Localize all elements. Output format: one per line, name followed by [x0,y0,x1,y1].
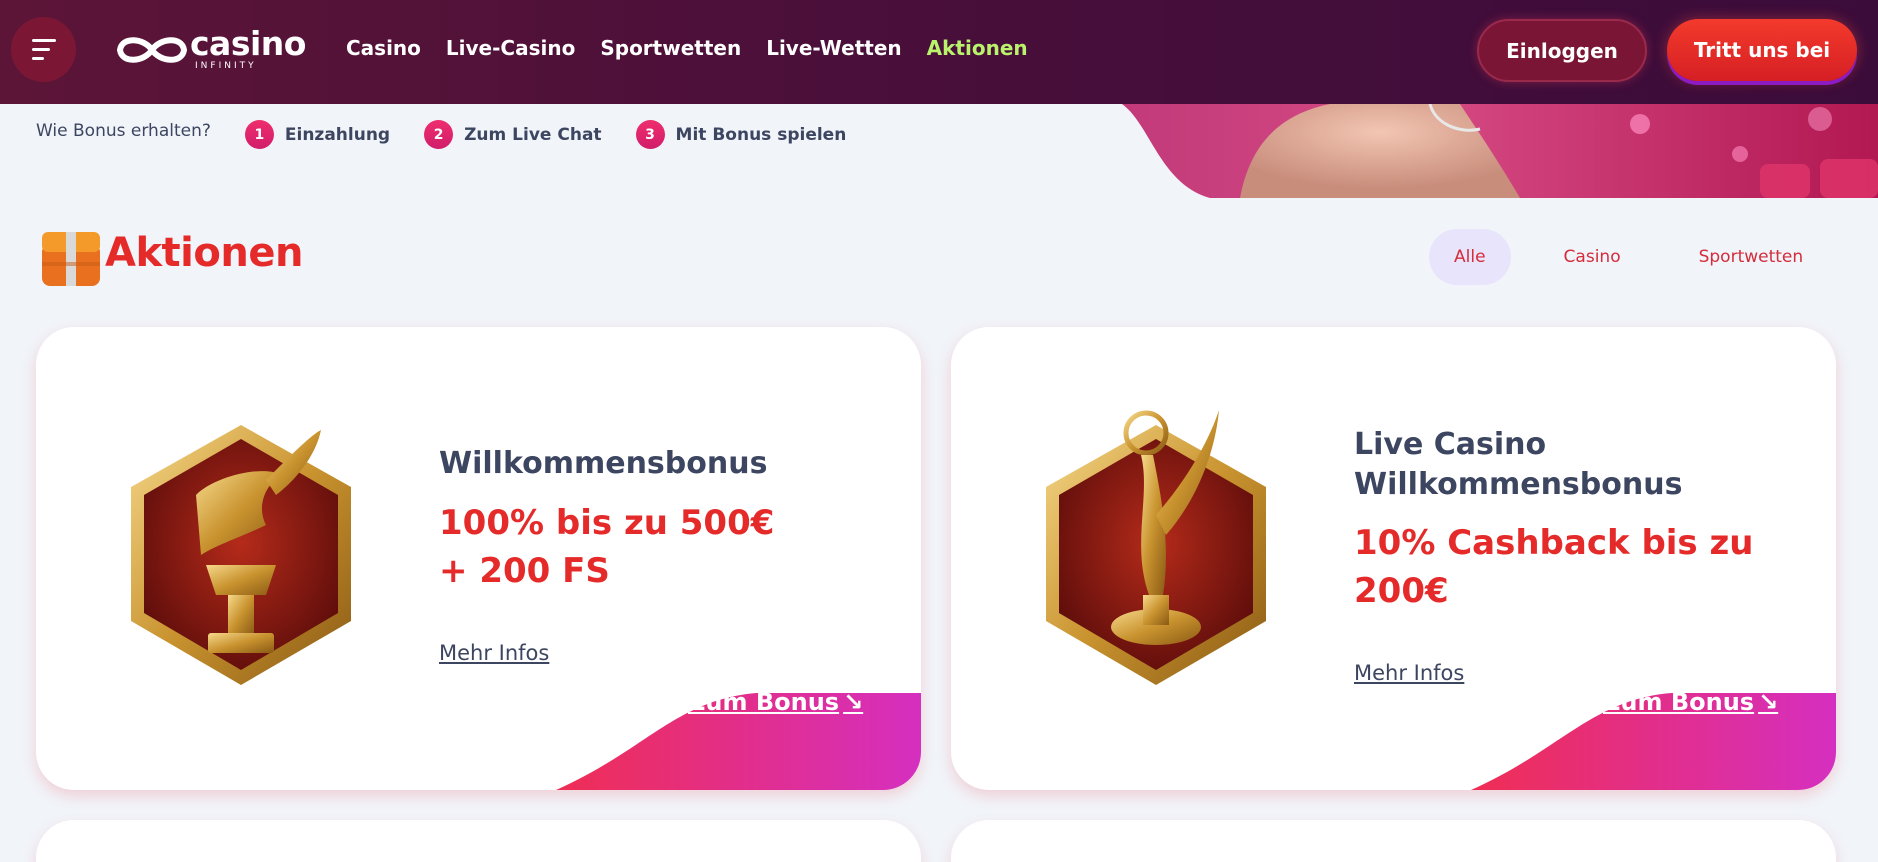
more-info-link[interactable]: Mehr Infos [439,641,549,665]
bonus-steps: Wie Bonus erhalten? 1 Einzahlung 2 Zum L… [36,120,880,149]
golden-statue-badge-icon [1046,410,1266,685]
infinity-logo-icon [116,37,188,63]
top-navigation-bar: casino INFINITY Casino Live-Casino Sport… [0,0,1878,104]
nav-live-wetten[interactable]: Live-Wetten [766,36,901,60]
arrow-down-right-icon: ↘ [1758,688,1779,716]
join-button[interactable]: Tritt uns bei [1667,19,1857,81]
card-offer-line1: 100% bis zu 500€ [439,503,775,543]
nav-live-casino[interactable]: Live-Casino [446,36,575,60]
card-title-line1: Live Casino [1354,427,1547,462]
step-item: 1 Einzahlung [244,120,391,149]
step-label: Mit Bonus spielen [675,124,847,145]
promo-card[interactable]: Live Casino Willkommensbonus 10% Cashbac… [951,327,1836,790]
nav-aktionen[interactable]: Aktionen [927,36,1028,60]
step-label: Zum Live Chat [464,124,602,145]
card-offer-line2: + 200 FS [439,551,610,591]
nav-casino[interactable]: Casino [346,36,421,60]
promo-banner-image [1122,104,1878,198]
filter-alle[interactable]: Alle [1429,229,1511,285]
step-number: 3 [635,120,665,149]
more-info-link[interactable]: Mehr Infos [1354,661,1464,685]
hamburger-menu-button[interactable] [11,17,76,82]
step-item: 2 Zum Live Chat [424,120,602,149]
step-number: 2 [424,120,454,149]
arrow-down-right-icon: ↘ [843,688,864,716]
nav-sportwetten[interactable]: Sportwetten [600,36,741,60]
logo-sub-text: INFINITY [195,61,257,71]
zum-bonus-button[interactable]: Zum Bonus ↘ [688,688,863,716]
lion-trophy-badge-icon [131,425,351,685]
card-offer-line2: 200€ [1354,571,1449,611]
filter-tabs: Alle Casino Sportwetten [1429,229,1856,285]
login-button[interactable]: Einloggen [1477,19,1647,82]
card-title-line2: Willkommensbonus [1354,467,1683,502]
cta-label: Zum Bonus [1603,688,1755,716]
promo-card-partial [36,820,921,862]
casino-infinity-logo[interactable]: casino INFINITY [114,24,314,74]
filter-sportwetten[interactable]: Sportwetten [1674,229,1829,285]
logo-brand-text: casino [190,24,306,63]
promo-card-partial [951,820,1836,862]
main-nav: Casino Live-Casino Sportwetten Live-Wett… [346,36,1053,60]
card-title: Willkommensbonus [439,446,768,481]
zum-bonus-button[interactable]: Zum Bonus ↘ [1603,688,1778,716]
menu-icon-line [32,48,50,51]
step-item: 3 Mit Bonus spielen [635,120,847,149]
page-title: Aktionen [105,230,303,276]
step-number: 1 [244,120,274,149]
promo-card[interactable]: Willkommensbonus 100% bis zu 500€ + 200 … [36,327,921,790]
steps-question: Wie Bonus erhalten? [36,120,211,141]
cta-label: Zum Bonus [688,688,840,716]
filter-casino[interactable]: Casino [1539,229,1646,285]
gift-icon [42,232,100,286]
menu-icon-line [32,57,44,60]
menu-icon [32,39,56,42]
step-label: Einzahlung [284,124,391,145]
card-offer-line1: 10% Cashback bis zu [1354,523,1754,563]
